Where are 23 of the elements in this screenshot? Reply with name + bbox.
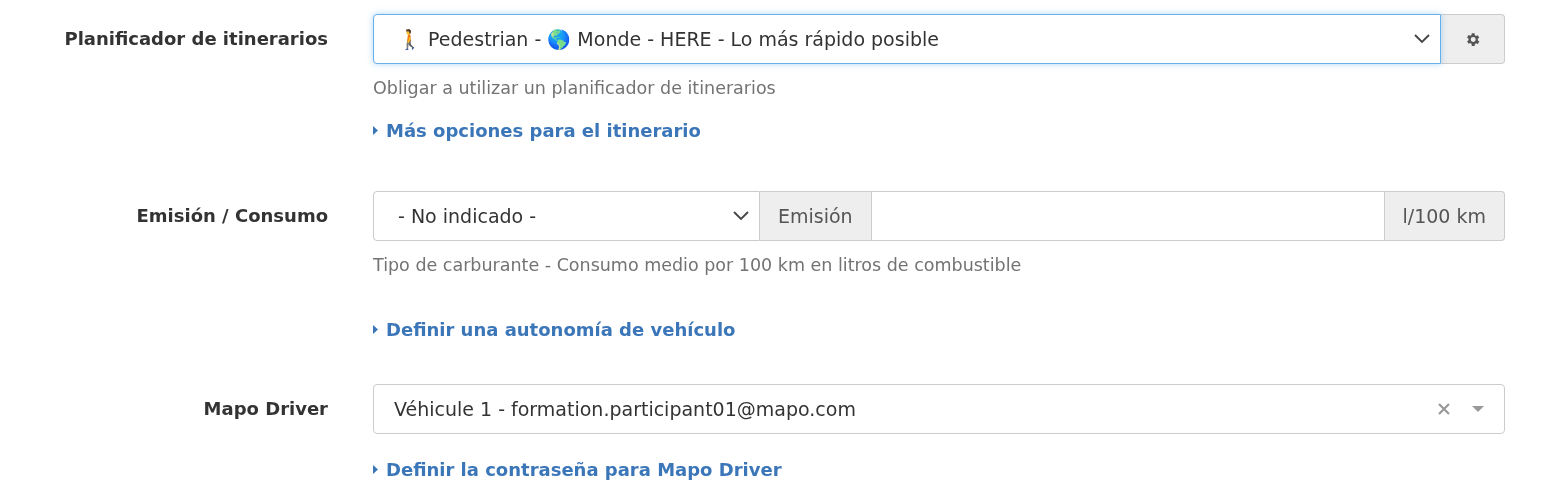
dropdown-select[interactable]: Véhicule 1 - formation.participant01@mapo.com	[373, 384, 1505, 434]
clear-icon[interactable]	[1438, 403, 1450, 415]
field-label: Mapo Driver	[203, 397, 328, 421]
caret-right-icon	[373, 465, 378, 474]
help-text: Tipo de carburante - Consumo medio por 100 km en litros de combustible	[373, 255, 1023, 275]
settings-button[interactable]	[1441, 14, 1505, 64]
input-addon: Emisión	[760, 191, 872, 241]
settings-icon	[1464, 30, 1481, 48]
dropdown-select[interactable]: 🚶 Pedestrian - 🌎 Monde - HERE - Lo más rápido posible	[373, 14, 1441, 64]
expand-link[interactable]: Definir una autonomía de vehículo	[373, 319, 736, 340]
caret-right-icon	[373, 126, 378, 135]
expand-link[interactable]: Definir la contraseña para Mapo Driver	[373, 459, 782, 480]
unit-addon: l/100 km	[1384, 191, 1505, 241]
expand-link[interactable]: Más opciones para el itinerario	[373, 120, 701, 141]
input-field[interactable]	[871, 191, 1385, 241]
chevron-down-icon	[1414, 34, 1430, 44]
help-text: Obligar a utilizar un planificador de itinerarios	[373, 78, 777, 98]
field-label: Planificador de itinerarios	[64, 27, 328, 51]
caret-right-icon	[373, 325, 378, 334]
caret-down-icon	[1472, 406, 1484, 412]
chevron-down-icon	[733, 211, 749, 221]
dropdown-select[interactable]: - No indicado -	[373, 191, 760, 241]
field-label: Emisión / Consumo	[136, 204, 328, 228]
